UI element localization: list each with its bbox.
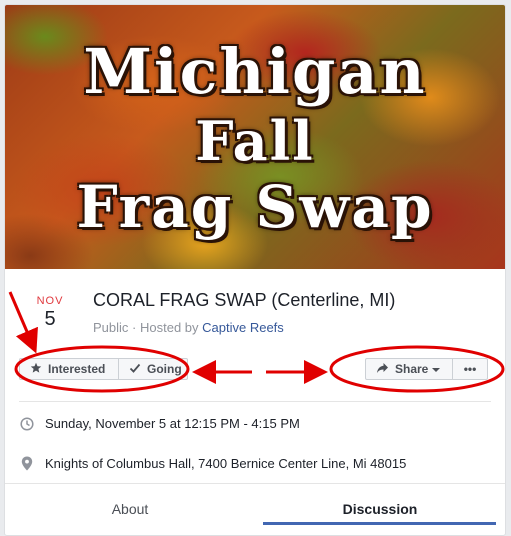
red-annotation-overlay	[8, 291, 505, 393]
annotation-ellipse-share	[329, 345, 505, 393]
annotation-arrow-down	[8, 291, 38, 354]
annotation-ellipse-rsvp	[14, 345, 190, 393]
